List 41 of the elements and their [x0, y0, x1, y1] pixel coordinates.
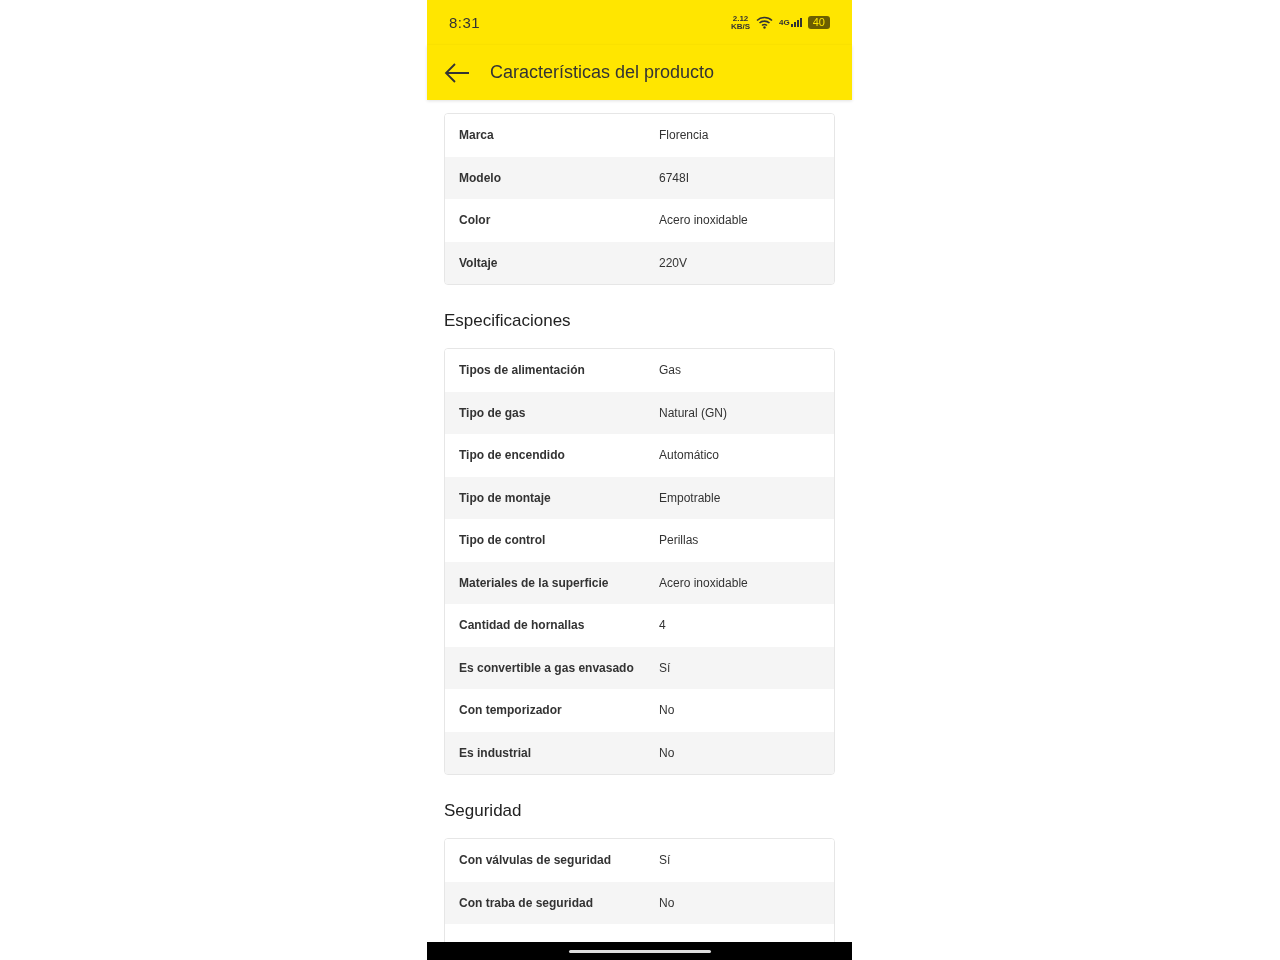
- row-label: Marca: [459, 128, 495, 143]
- row-label: Modelo: [459, 170, 502, 185]
- row-label: Es convertible a gas envasado: [459, 660, 635, 675]
- section-heading: Seguridad: [444, 801, 523, 821]
- row-label: Tipo de control: [459, 533, 547, 548]
- row-value: 4: [659, 618, 666, 633]
- clock: 8:31: [449, 14, 481, 31]
- row-label: Tipo de montaje: [459, 490, 552, 505]
- row-label: Con válvulas de seguridad: [459, 853, 613, 868]
- row-value: Sí: [659, 853, 671, 868]
- home-indicator[interactable]: [568, 949, 711, 953]
- row-label: Color: [459, 213, 492, 228]
- row-value: No: [659, 703, 675, 718]
- row-value: Automático: [659, 448, 720, 463]
- back-button[interactable]: [444, 62, 470, 83]
- network-speed: 2.12 KB/S: [730, 14, 751, 31]
- row-value: Acero inoxidable: [659, 213, 748, 228]
- row-label: Voltaje: [459, 255, 499, 270]
- battery-icon: 40: [807, 16, 830, 29]
- row-value: Florencia: [659, 128, 709, 143]
- row-label: Cantidad de hornallas: [459, 618, 586, 633]
- row-label: Es industrial: [459, 745, 533, 760]
- row-value: Sí: [659, 660, 671, 675]
- row-value: Empotrable: [659, 490, 721, 505]
- row-label: Con temporizador: [459, 703, 563, 718]
- row-value: Acero inoxidable: [659, 575, 748, 590]
- row-value: No: [659, 895, 675, 910]
- row-value: Perillas: [659, 533, 699, 548]
- row-label: Materiales de la superficie: [459, 575, 610, 590]
- row-label: Con traba de seguridad: [459, 895, 595, 910]
- row-value: 6748I: [659, 170, 690, 185]
- row-label: Tipo de encendido: [459, 448, 566, 463]
- row-value: 220V: [659, 255, 688, 270]
- wifi-icon: [756, 16, 774, 29]
- row-label: Tipo de gas: [459, 405, 527, 420]
- section-heading: Especificaciones: [444, 311, 572, 331]
- row-value: Natural (GN): [659, 405, 727, 420]
- row-label: Tipos de alimentación: [459, 363, 586, 378]
- row-value: Gas: [659, 363, 681, 378]
- row-value: No: [659, 745, 675, 760]
- page-title: Características del producto: [490, 62, 715, 83]
